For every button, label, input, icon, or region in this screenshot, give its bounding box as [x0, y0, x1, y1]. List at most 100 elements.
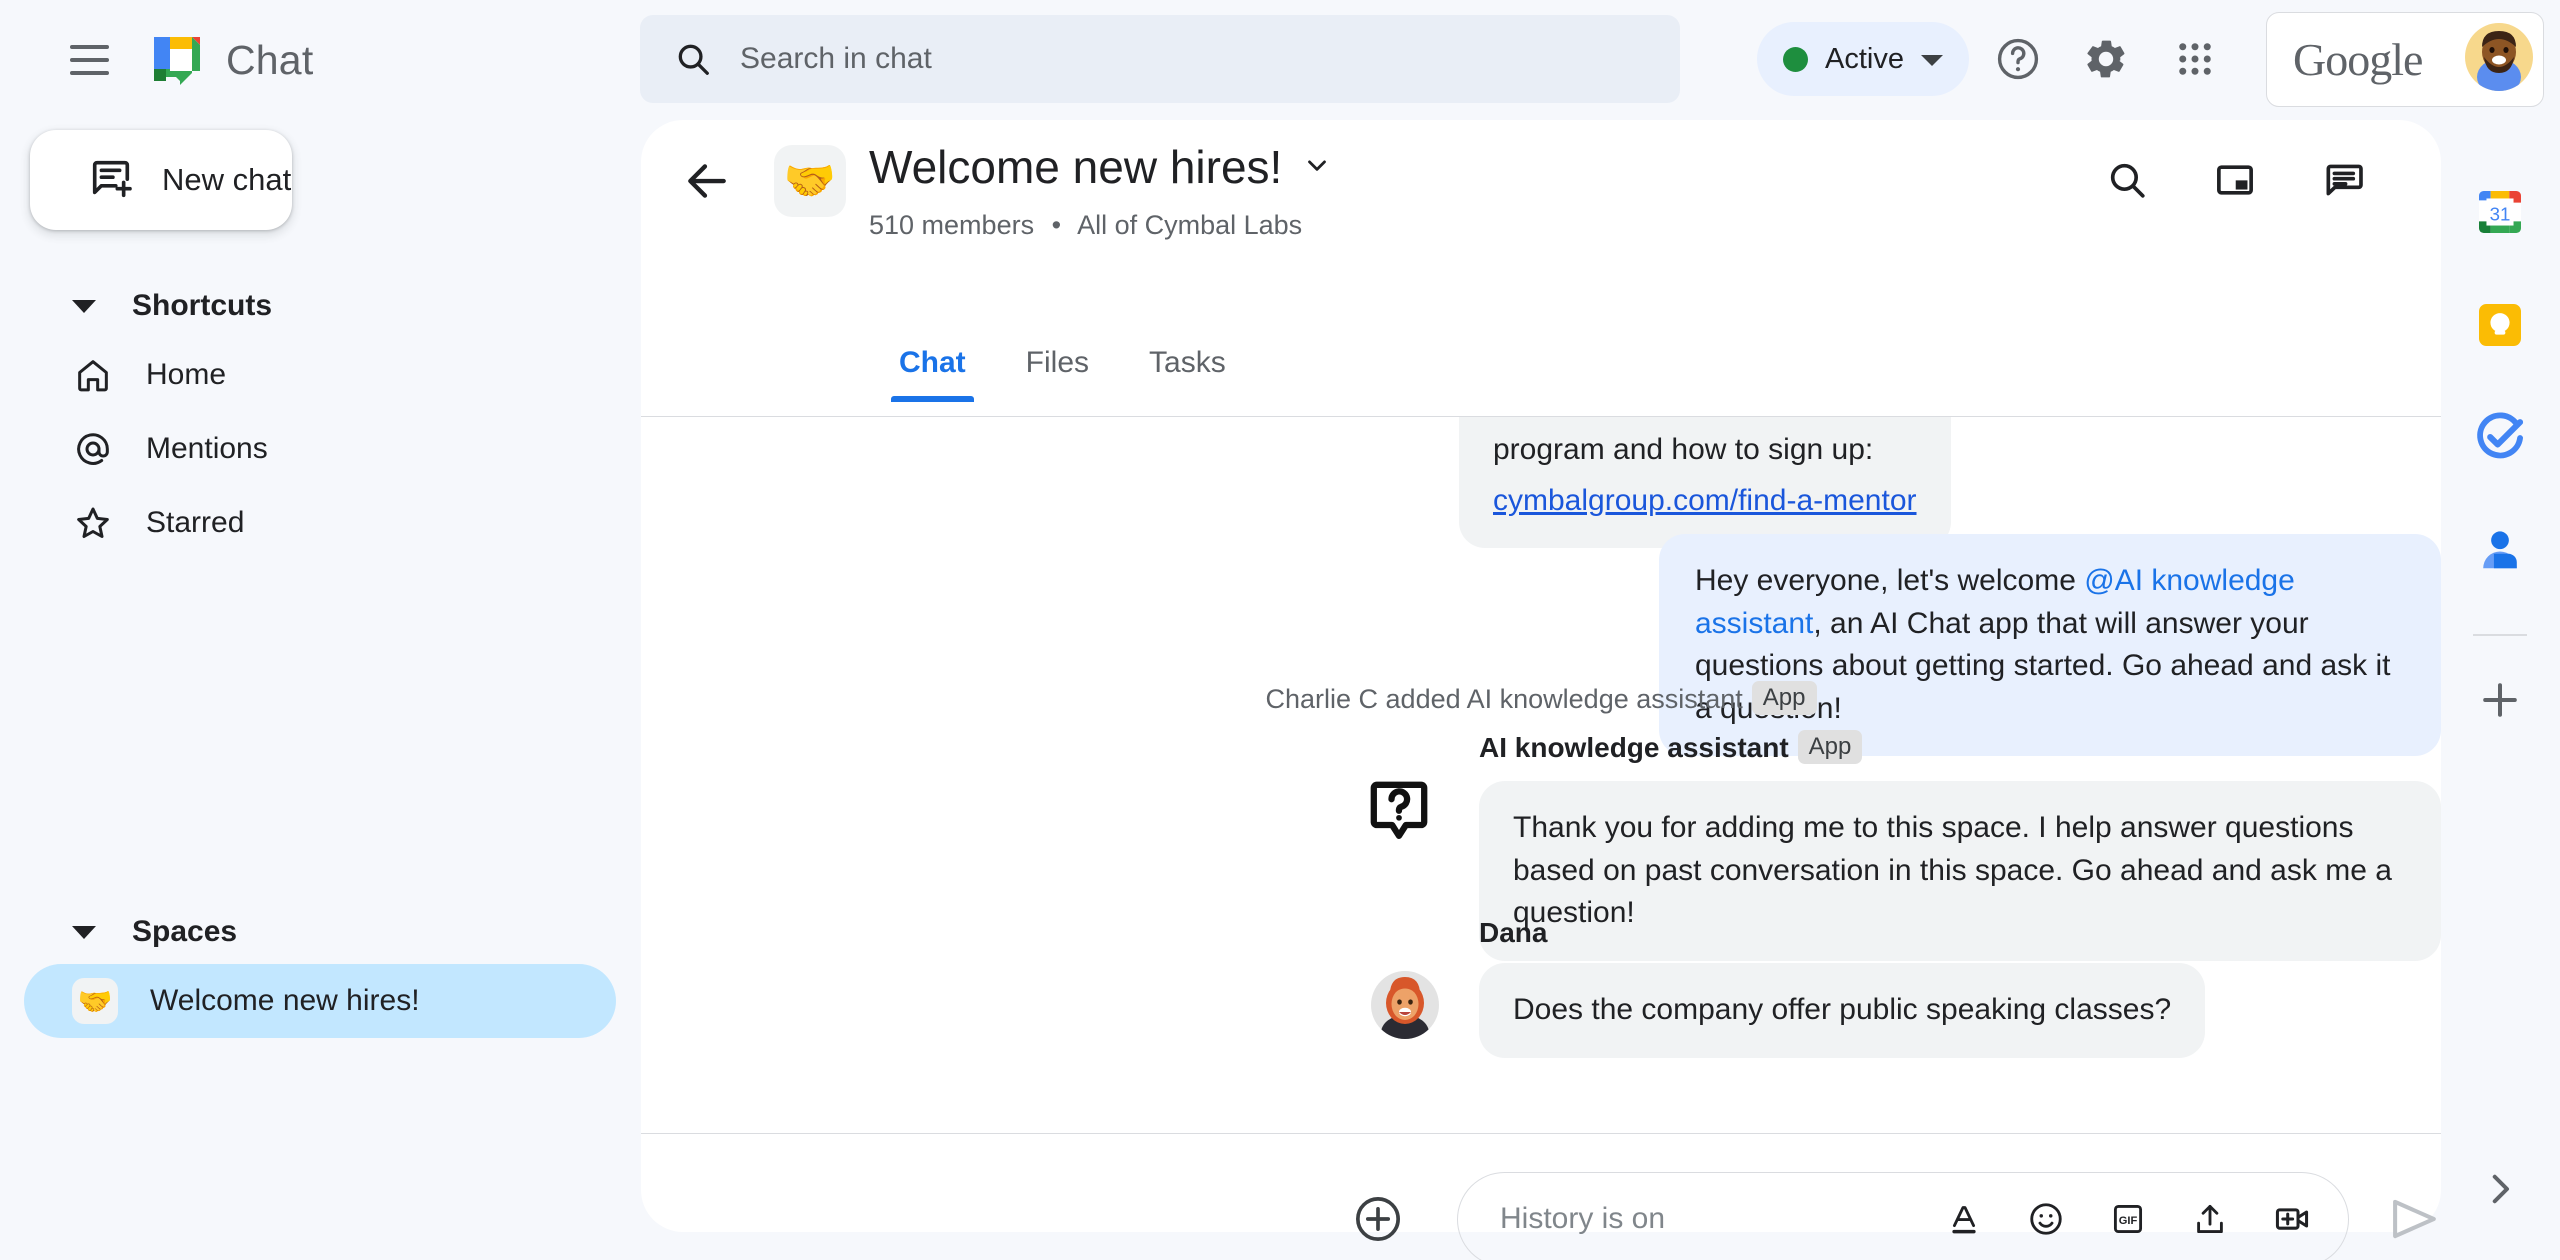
- new-chat-label: New chat: [162, 162, 292, 197]
- sidebar-section-shortcuts[interactable]: Shortcuts: [0, 274, 640, 338]
- new-chat-icon: [88, 155, 134, 206]
- status-dot: [1783, 46, 1808, 72]
- message-row-dana: Dana Does the company offer public speak…: [641, 917, 2441, 1058]
- sidebar-item-label: Starred: [146, 506, 245, 539]
- status-badge[interactable]: Active: [1757, 22, 1969, 96]
- star-icon: [72, 502, 114, 544]
- tab-tasks[interactable]: Tasks: [1119, 346, 1256, 402]
- caret-down-icon: [72, 925, 96, 939]
- plus-circle-icon[interactable]: [1352, 1193, 1404, 1245]
- space-title-dropdown[interactable]: Welcome new hires!: [869, 140, 1332, 194]
- sidebar-item-label: Home: [146, 358, 227, 391]
- plus-icon[interactable]: [2460, 660, 2540, 740]
- sender-name: Dana: [1479, 917, 1548, 948]
- google-chat-window: Chat Active: [0, 0, 2560, 1260]
- avatar[interactable]: [2461, 19, 2537, 100]
- sidebar-section-spaces[interactable]: Spaces: [0, 900, 640, 964]
- compose-box[interactable]: GIF: [1457, 1171, 2349, 1260]
- account-chip[interactable]: Google: [2266, 12, 2544, 107]
- brand: Chat: [150, 33, 313, 87]
- gear-icon[interactable]: [2073, 26, 2139, 92]
- sidebar-section-title: Shortcuts: [132, 289, 273, 322]
- gif-icon[interactable]: GIF: [2108, 1199, 2148, 1239]
- at-mention-icon: [72, 428, 114, 470]
- search-icon: [674, 40, 712, 78]
- home-icon: [72, 354, 114, 396]
- caret-down-icon: [72, 299, 96, 313]
- tab-chat[interactable]: Chat: [869, 346, 996, 402]
- app-title: Chat: [226, 36, 314, 83]
- message-input[interactable]: [1500, 1202, 1944, 1236]
- sender-name: AI knowledge assistant: [1479, 732, 1789, 763]
- message-sender-row: Dana: [1479, 917, 2441, 949]
- chevron-down-icon: [1302, 150, 1332, 185]
- apps-grid-icon[interactable]: [2162, 26, 2228, 92]
- message-list: program and how to sign up: cymbalgroup.…: [641, 417, 2441, 1135]
- message-bubble-partial: program and how to sign up: cymbalgroup.…: [1459, 417, 1951, 549]
- top-app-bar: Chat Active: [0, 0, 2560, 120]
- space-avatar-emoji: 🤝: [774, 145, 846, 217]
- page-title: Welcome new hires!: [869, 141, 1283, 193]
- message-link[interactable]: cymbalgroup.com/find-a-mentor: [1493, 480, 1917, 523]
- member-count: 510 members: [869, 210, 1035, 240]
- handshake-emoji-icon: 🤝: [72, 978, 118, 1024]
- new-chat-button[interactable]: New chat: [30, 130, 292, 230]
- upload-icon[interactable]: [2190, 1199, 2230, 1239]
- message-sender-row: AI knowledge assistant App: [1479, 730, 2441, 767]
- svg-text:31: 31: [2490, 203, 2511, 224]
- space-tabs: Chat Files Tasks: [869, 346, 1256, 402]
- google-tasks-icon[interactable]: [2460, 398, 2540, 478]
- dana-avatar: [1367, 967, 1443, 1043]
- space-header-actions: [2099, 152, 2371, 208]
- svg-text:GIF: GIF: [2119, 1215, 2138, 1227]
- sidebar-item-label: Welcome new hires!: [150, 984, 420, 1017]
- app-badge: App: [1797, 730, 1863, 764]
- sidebar-section-title: Spaces: [132, 915, 238, 948]
- google-contacts-icon[interactable]: [2460, 511, 2540, 591]
- sidebar-item-starred[interactable]: Starred: [24, 486, 616, 560]
- google-wordmark: Google: [2293, 34, 2423, 85]
- space-subtitle: 510 members • All of Cymbal Labs: [869, 210, 1302, 241]
- chat-bubble-icon[interactable]: [2315, 152, 2371, 208]
- status-label: Active: [1825, 42, 1904, 75]
- chat-panel: 🤝 Welcome new hires! 510 members • All o…: [641, 120, 2441, 1260]
- sidebar-item-mentions[interactable]: Mentions: [24, 412, 616, 486]
- question-bubble-icon: [1363, 774, 1435, 846]
- rail-divider: [2473, 634, 2527, 636]
- chevron-down-icon: [1920, 55, 1943, 66]
- back-arrow-icon[interactable]: [676, 150, 738, 212]
- composer-tools: GIF: [1944, 1199, 2312, 1239]
- left-sidebar: New chat Shortcuts Home Mentions Starred…: [0, 120, 640, 1260]
- google-keep-icon[interactable]: [2460, 285, 2540, 365]
- message-text-before: Hey everyone, let's welcome: [1695, 564, 2085, 597]
- sidebar-item-welcome-new-hires[interactable]: 🤝 Welcome new hires!: [24, 964, 616, 1038]
- search-input[interactable]: [740, 42, 1646, 76]
- video-add-icon[interactable]: [2272, 1199, 2312, 1239]
- help-circle-icon[interactable]: [1985, 26, 2051, 92]
- sidebar-item-label: Mentions: [146, 432, 268, 465]
- app-badge: App: [1751, 681, 1817, 715]
- subtitle-separator: •: [1051, 210, 1062, 240]
- hamburger-menu-icon[interactable]: [50, 21, 128, 99]
- emoji-icon[interactable]: [2026, 1199, 2066, 1239]
- search-icon[interactable]: [2099, 152, 2155, 208]
- message-composer: GIF: [641, 1134, 2441, 1260]
- system-message-text: Charlie C added AI knowledge assistant: [1265, 684, 1743, 714]
- google-chat-logo-icon: [150, 33, 204, 87]
- right-side-panel: 31: [2440, 120, 2560, 1260]
- system-message: Charlie C added AI knowledge assistant Ap…: [641, 662, 2441, 728]
- format-text-icon[interactable]: [1944, 1199, 1984, 1239]
- search-bar[interactable]: [640, 15, 1680, 103]
- space-header: 🤝 Welcome new hires! 510 members • All o…: [641, 120, 2441, 417]
- picture-in-picture-icon[interactable]: [2207, 152, 2263, 208]
- message-text: program and how to sign up: cymbalgroup.…: [1459, 417, 1951, 549]
- message-bubble: Does the company offer public speaking c…: [1479, 963, 2206, 1058]
- message-line: program and how to sign up:: [1493, 433, 1874, 466]
- message-body: Dana Does the company offer public speak…: [1479, 917, 2441, 1058]
- tab-files[interactable]: Files: [996, 346, 1119, 402]
- google-calendar-icon[interactable]: 31: [2460, 172, 2540, 252]
- space-org: All of Cymbal Labs: [1077, 210, 1303, 240]
- sidebar-item-home[interactable]: Home: [24, 338, 616, 412]
- chevron-right-icon[interactable]: [2471, 1160, 2529, 1218]
- send-icon[interactable]: [2387, 1190, 2441, 1248]
